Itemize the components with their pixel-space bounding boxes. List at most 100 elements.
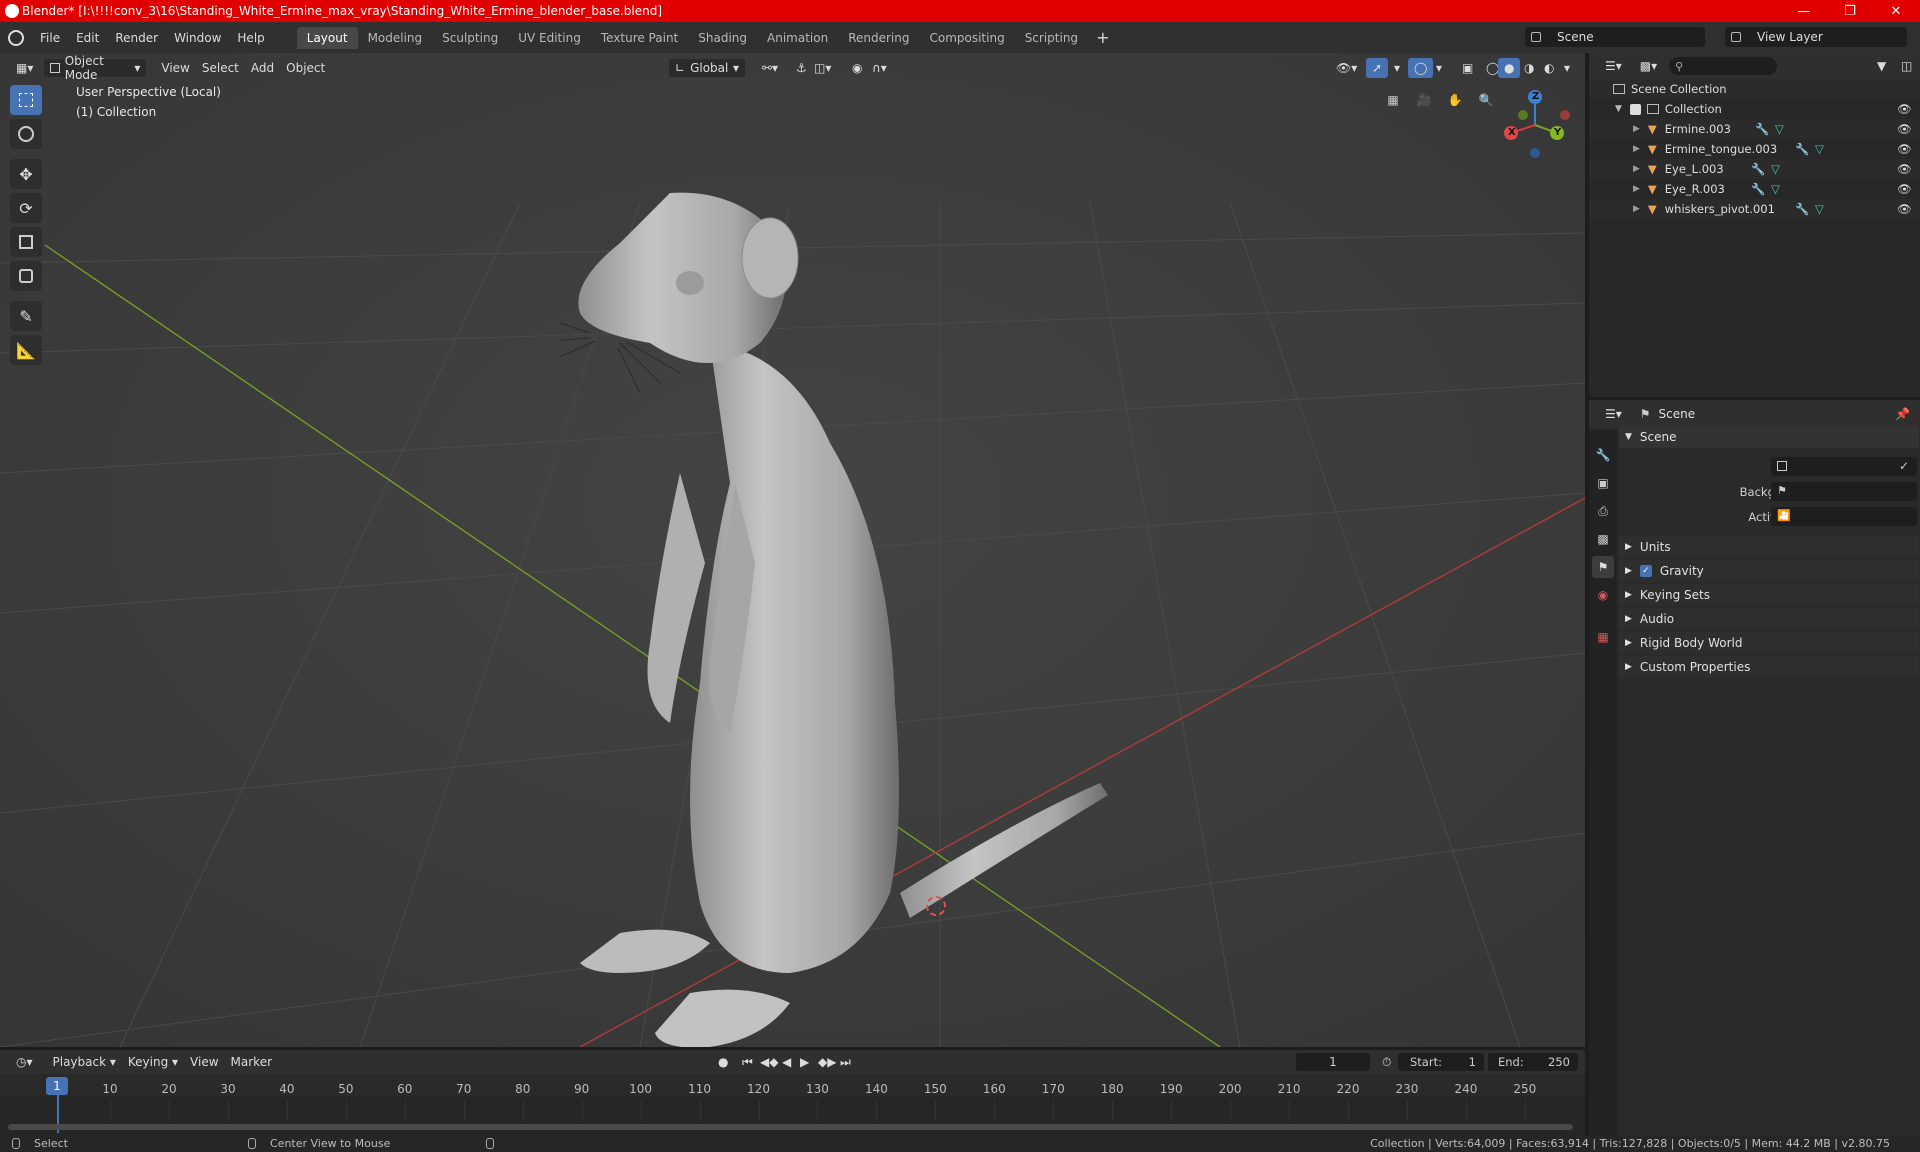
- visibility-eye-icon[interactable]: 👁: [1897, 202, 1912, 216]
- tab-shading[interactable]: Shading: [688, 27, 757, 49]
- outliner-editor-type-icon[interactable]: ☰▾: [1599, 56, 1628, 76]
- shading-dropdown-icon[interactable]: ▾: [1558, 58, 1576, 78]
- viewport-menu-select[interactable]: Select: [196, 58, 245, 78]
- modifier-wrench-icon[interactable]: 🔧: [1751, 162, 1765, 176]
- menu-window[interactable]: Window: [166, 31, 229, 45]
- ermine-model[interactable]: [560, 183, 1120, 1047]
- add-workspace-button[interactable]: +: [1088, 28, 1117, 47]
- mesh-data-icon[interactable]: ▽: [1775, 122, 1784, 136]
- playhead[interactable]: 1: [46, 1077, 68, 1095]
- tab-uv-editing[interactable]: UV Editing: [508, 27, 591, 49]
- active-movie-clip-field[interactable]: 🎦: [1771, 507, 1917, 526]
- minimize-button[interactable]: —: [1781, 0, 1827, 22]
- pan-view-icon[interactable]: ✋: [1442, 87, 1468, 113]
- move-tool[interactable]: ✥: [10, 159, 42, 189]
- annotate-tool[interactable]: ✎: [10, 301, 42, 331]
- visibility-eye-icon[interactable]: 👁: [1897, 182, 1912, 196]
- tab-view-layer-icon[interactable]: ▩: [1592, 528, 1614, 550]
- expand-arrow-icon[interactable]: ▶: [1633, 204, 1640, 214]
- properties-editor-type-icon[interactable]: ☰▾: [1599, 404, 1628, 424]
- 3d-cursor[interactable]: [926, 896, 946, 916]
- modifier-wrench-icon[interactable]: 🔧: [1795, 142, 1809, 156]
- mesh-data-icon[interactable]: ▽: [1771, 162, 1780, 176]
- panel-rigid-body-world[interactable]: ▶ Rigid Body World: [1619, 632, 1919, 654]
- camera-field[interactable]: ✓: [1771, 457, 1917, 476]
- tab-world-icon[interactable]: ◉: [1592, 584, 1614, 606]
- pivot-icon[interactable]: ⚯▾: [756, 58, 784, 78]
- modifier-wrench-icon[interactable]: 🔧: [1795, 202, 1809, 216]
- orientation-dropdown[interactable]: ∟ Global ▾: [668, 58, 746, 78]
- tab-output-icon[interactable]: ⎙: [1592, 500, 1614, 522]
- expand-arrow-icon[interactable]: ▶: [1633, 124, 1640, 134]
- tab-tool-icon[interactable]: 🔧: [1592, 444, 1614, 466]
- transform-tool[interactable]: [10, 261, 42, 291]
- gravity-checkbox[interactable]: ✓: [1639, 565, 1652, 577]
- panel-gravity[interactable]: ▶ ✓ Gravity: [1619, 560, 1919, 582]
- visibility-eye-icon[interactable]: 👁: [1897, 102, 1912, 116]
- display-mode-icon[interactable]: ▩▾: [1634, 56, 1663, 76]
- tab-layout[interactable]: Layout: [296, 26, 358, 49]
- filter-icon[interactable]: ▼: [1871, 56, 1892, 76]
- panel-custom-properties[interactable]: ▶ Custom Properties: [1619, 656, 1919, 678]
- visibility-eye-icon[interactable]: 👁: [1897, 162, 1912, 176]
- close-button[interactable]: ✕: [1873, 0, 1919, 22]
- falloff-icon[interactable]: ∩▾: [866, 58, 893, 78]
- panel-keying-sets[interactable]: ▶ Keying Sets: [1619, 584, 1919, 606]
- viewport-menu-view[interactable]: View: [155, 58, 195, 78]
- tab-compositing[interactable]: Compositing: [919, 27, 1014, 49]
- tree-row-object[interactable]: ▶ ▼ Eye_R.003 🔧 ▽ 👁: [1589, 179, 1920, 199]
- pin-icon[interactable]: 📌: [1895, 407, 1910, 421]
- timeline-scrollbar[interactable]: [8, 1124, 1573, 1130]
- expand-arrow-icon[interactable]: ▶: [1633, 184, 1640, 194]
- visibility-filter-icon[interactable]: 👁▾: [1330, 58, 1363, 78]
- tree-row-collection[interactable]: ▼ Collection 👁: [1589, 99, 1920, 119]
- expand-arrow-icon[interactable]: ▶: [1633, 164, 1640, 174]
- tab-sculpting[interactable]: Sculpting: [432, 27, 508, 49]
- blender-menu-icon[interactable]: [8, 29, 24, 46]
- panel-audio[interactable]: ▶ Audio: [1619, 608, 1919, 630]
- overlay-dropdown-icon[interactable]: ▾: [1430, 58, 1448, 78]
- snap-target-icon[interactable]: ◫▾: [808, 58, 837, 78]
- tree-row-object[interactable]: ▶ ▼ Ermine.003 🔧 ▽ 👁: [1589, 119, 1920, 139]
- panel-scene-header[interactable]: ▼ Scene: [1619, 426, 1919, 448]
- tab-render-icon[interactable]: ▣: [1592, 472, 1614, 494]
- xray-toggle-icon[interactable]: ▣: [1456, 58, 1479, 78]
- tab-texture-paint[interactable]: Texture Paint: [591, 27, 688, 49]
- tab-scene-icon[interactable]: ⚑: [1592, 556, 1614, 578]
- scene-selector[interactable]: Scene: [1525, 27, 1705, 47]
- tab-animation[interactable]: Animation: [757, 27, 838, 49]
- tree-row-scene-collection[interactable]: Scene Collection: [1589, 79, 1920, 99]
- tab-scripting[interactable]: Scripting: [1015, 27, 1088, 49]
- expand-arrow-icon[interactable]: ▼: [1615, 104, 1622, 114]
- tree-row-object[interactable]: ▶ ▼ Ermine_tongue.003 🔧 ▽ 👁: [1589, 139, 1920, 159]
- toggle-grid-icon[interactable]: ▦: [1380, 87, 1406, 113]
- maximize-button[interactable]: ❐: [1827, 0, 1873, 22]
- tab-rendering[interactable]: Rendering: [838, 27, 919, 49]
- eyedropper-icon[interactable]: ✓: [1899, 459, 1909, 473]
- tab-modeling[interactable]: Modeling: [358, 27, 433, 49]
- mesh-data-icon[interactable]: ▽: [1815, 202, 1824, 216]
- gizmo-dropdown-icon[interactable]: ▾: [1388, 58, 1406, 78]
- view-layer-selector[interactable]: View Layer: [1725, 27, 1907, 47]
- collection-checkbox[interactable]: [1629, 103, 1641, 115]
- modifier-wrench-icon[interactable]: 🔧: [1751, 182, 1765, 196]
- tree-row-object[interactable]: ▶ ▼ whiskers_pivot.001 🔧 ▽ 👁: [1589, 199, 1920, 219]
- mesh-data-icon[interactable]: ▽: [1815, 142, 1824, 156]
- editor-type-icon[interactable]: ▦▾: [10, 58, 39, 78]
- expand-arrow-icon[interactable]: ▶: [1633, 144, 1640, 154]
- visibility-eye-icon[interactable]: 👁: [1897, 122, 1912, 136]
- viewport-menu-object[interactable]: Object: [280, 58, 331, 78]
- measure-tool[interactable]: 📐: [10, 335, 42, 365]
- tree-row-object[interactable]: ▶ ▼ Eye_L.003 🔧 ▽ 👁: [1589, 159, 1920, 179]
- viewport-menu-add[interactable]: Add: [245, 58, 280, 78]
- scale-tool[interactable]: [10, 227, 42, 257]
- outliner-search-input[interactable]: ⚲: [1669, 57, 1778, 75]
- panel-units[interactable]: ▶ Units: [1619, 536, 1919, 558]
- mesh-data-icon[interactable]: ▽: [1771, 182, 1780, 196]
- menu-render[interactable]: Render: [107, 31, 166, 45]
- tab-texture-icon[interactable]: ▦: [1592, 626, 1614, 648]
- object-mode-dropdown[interactable]: Object Mode ▾: [43, 54, 148, 82]
- select-box-tool[interactable]: [10, 85, 42, 115]
- gizmo-toggle-icon[interactable]: ➚: [1366, 58, 1389, 78]
- 3d-viewport[interactable]: ▦▾ Object Mode ▾ View Select Add Object ∟…: [0, 53, 1585, 1047]
